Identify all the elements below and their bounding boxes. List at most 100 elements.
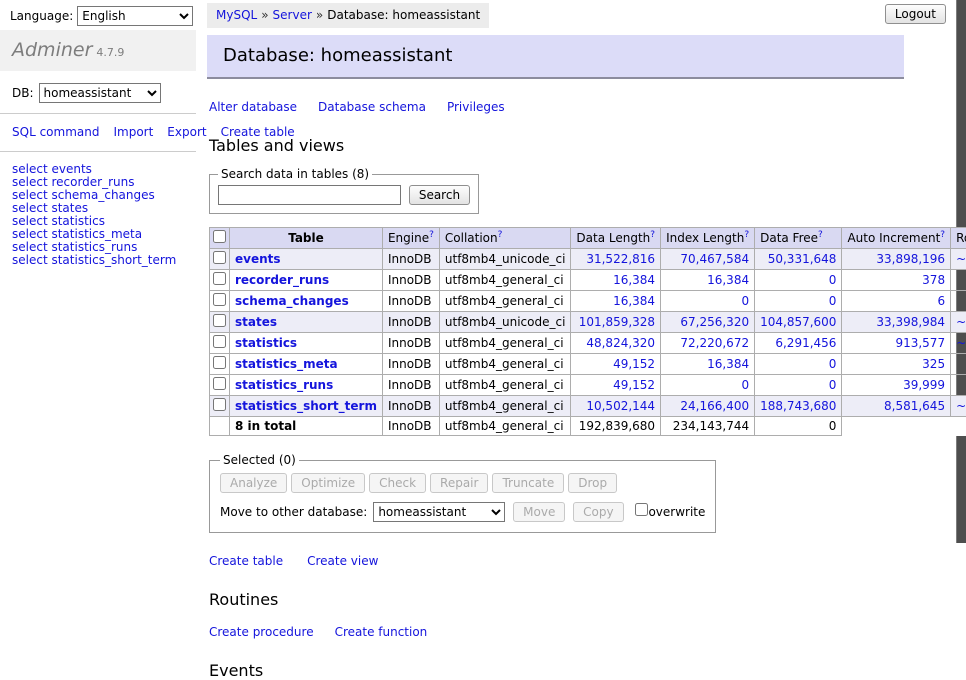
data-length-link[interactable]: 101,859,328 <box>579 315 655 329</box>
rows-estimate-link[interactable]: ~ 312,180 <box>956 252 966 266</box>
data-free-link[interactable]: 0 <box>829 273 837 287</box>
column-hint-link[interactable]: ? <box>498 230 503 240</box>
breadcrumb-link[interactable]: MySQL <box>216 8 257 22</box>
auto-increment-link[interactable]: 33,398,984 <box>876 315 945 329</box>
select-all-checkbox[interactable] <box>213 230 226 243</box>
row-checkbox[interactable] <box>213 251 226 264</box>
data-length-link[interactable]: 49,152 <box>613 378 655 392</box>
index-length-cell: 70,467,584 <box>661 249 755 270</box>
breadcrumb-link[interactable]: Server <box>273 8 312 22</box>
auto-increment-link[interactable]: 378 <box>922 273 945 287</box>
rows-estimate-link[interactable]: ~ 136,108 <box>956 399 966 413</box>
check-button[interactable]: Check <box>369 473 426 493</box>
table-name-link[interactable]: states <box>235 315 277 329</box>
copy-button[interactable]: Copy <box>573 502 623 522</box>
data-free-link[interactable]: 188,743,680 <box>760 399 836 413</box>
sidebar-action-link[interactable]: Import <box>113 125 153 139</box>
auto-increment-link[interactable]: 39,999 <box>903 378 945 392</box>
data-free-link[interactable]: 0 <box>829 378 837 392</box>
data-free-link[interactable]: 6,291,456 <box>775 336 836 350</box>
search-input[interactable] <box>218 185 401 205</box>
auto-increment-link[interactable]: 6 <box>937 294 945 308</box>
table-name-link[interactable]: schema_changes <box>235 294 349 308</box>
create-function-link[interactable]: Create function <box>335 625 428 639</box>
auto-increment-link[interactable]: 913,577 <box>895 336 945 350</box>
rows-estimate-link[interactable]: ~ 569,159 <box>956 336 966 350</box>
data-free-link[interactable]: 0 <box>829 357 837 371</box>
analyze-button[interactable]: Analyze <box>220 473 287 493</box>
column-hint-link[interactable]: ? <box>744 230 749 240</box>
name-cell: 8 in total <box>230 417 383 436</box>
index-length-link[interactable]: 16,384 <box>707 273 749 287</box>
truncate-button[interactable]: Truncate <box>492 473 564 493</box>
row-checkbox[interactable] <box>213 272 226 285</box>
table-name-link[interactable]: recorder_runs <box>235 273 329 287</box>
row-checkbox[interactable] <box>213 356 226 369</box>
index-length-link[interactable]: 0 <box>741 378 749 392</box>
data-length-link[interactable]: 31,522,816 <box>586 252 655 266</box>
auto-increment-link[interactable]: 8,581,645 <box>884 399 945 413</box>
create-procedure-link[interactable]: Create procedure <box>209 625 314 639</box>
column-hint-link[interactable]: ? <box>429 230 434 240</box>
index-length-link[interactable]: 67,256,320 <box>680 315 749 329</box>
create-table-link[interactable]: Create table <box>209 554 283 568</box>
db-select[interactable]: homeassistant <box>39 83 161 103</box>
create-view-link[interactable]: Create view <box>307 554 378 568</box>
table-name-link[interactable]: events <box>235 252 281 266</box>
index-length-link[interactable]: 70,467,584 <box>680 252 749 266</box>
data-length-link[interactable]: 48,824,320 <box>586 336 655 350</box>
sidebar-select-link[interactable]: select recorder_runs <box>12 176 184 189</box>
database-action-link[interactable]: Alter database <box>209 100 297 114</box>
index-length-link[interactable]: 16,384 <box>707 357 749 371</box>
auto-increment-link[interactable]: 33,898,196 <box>876 252 945 266</box>
table-name-link[interactable]: statistics_meta <box>235 357 338 371</box>
data-length-link[interactable]: 16,384 <box>613 273 655 287</box>
rows-estimate-link[interactable]: ~ 299,833 <box>956 315 966 329</box>
auto-increment-link[interactable]: 325 <box>922 357 945 371</box>
row-checkbox[interactable] <box>213 398 226 411</box>
sidebar-select-link[interactable]: select events <box>12 163 184 176</box>
index-length-link[interactable]: 24,166,400 <box>680 399 749 413</box>
sidebar-action-link[interactable]: SQL command <box>12 125 99 139</box>
collation-cell: utf8mb4_general_ci <box>439 270 571 291</box>
sidebar-action-link[interactable]: Export <box>167 125 206 139</box>
language-select[interactable]: English <box>77 6 193 26</box>
row-checkbox[interactable] <box>213 377 226 390</box>
database-action-link[interactable]: Privileges <box>447 100 505 114</box>
row-checkbox[interactable] <box>213 293 226 306</box>
table-row: statistics_runsInnoDButf8mb4_general_ci4… <box>210 375 966 396</box>
database-action-link[interactable]: Database schema <box>318 100 426 114</box>
row-checkbox-cell <box>210 270 230 291</box>
drop-button[interactable]: Drop <box>568 473 617 493</box>
data-free-link[interactable]: 0 <box>829 294 837 308</box>
table-name-link[interactable]: statistics <box>235 336 297 350</box>
sidebar-select-link[interactable]: select statistics_short_term <box>12 254 184 267</box>
move-database-select[interactable]: homeassistant <box>373 502 505 522</box>
sidebar-select-link[interactable]: select statistics <box>12 215 184 228</box>
column-hint-link[interactable]: ? <box>818 230 823 240</box>
sidebar-select-link[interactable]: select schema_changes <box>12 189 184 202</box>
index-length-link[interactable]: 72,220,672 <box>680 336 749 350</box>
data-free-link[interactable]: 50,331,648 <box>768 252 837 266</box>
data-length-link[interactable]: 49,152 <box>613 357 655 371</box>
search-button[interactable]: Search <box>409 185 470 205</box>
move-button[interactable]: Move <box>513 502 565 522</box>
row-checkbox[interactable] <box>213 314 226 327</box>
data-length-link[interactable]: 16,384 <box>613 294 655 308</box>
row-checkbox[interactable] <box>213 335 226 348</box>
column-hint-link[interactable]: ? <box>940 230 945 240</box>
sidebar-select-link[interactable]: select statistics_meta <box>12 228 184 241</box>
data-free-cell: 104,857,600 <box>755 312 842 333</box>
sidebar-select-link[interactable]: select statistics_runs <box>12 241 184 254</box>
data-free-link[interactable]: 104,857,600 <box>760 315 836 329</box>
table-name-link[interactable]: statistics_runs <box>235 378 333 392</box>
table-name-link[interactable]: statistics_short_term <box>235 399 377 413</box>
index-length-link[interactable]: 0 <box>741 294 749 308</box>
optimize-button[interactable]: Optimize <box>291 473 365 493</box>
data-length-link[interactable]: 10,502,144 <box>586 399 655 413</box>
overwrite-checkbox[interactable] <box>635 503 648 516</box>
repair-button[interactable]: Repair <box>430 473 488 493</box>
column-hint-link[interactable]: ? <box>650 230 655 240</box>
database-action-links: Alter database Database schema Privileges <box>209 100 956 114</box>
sidebar-select-link[interactable]: select states <box>12 202 184 215</box>
